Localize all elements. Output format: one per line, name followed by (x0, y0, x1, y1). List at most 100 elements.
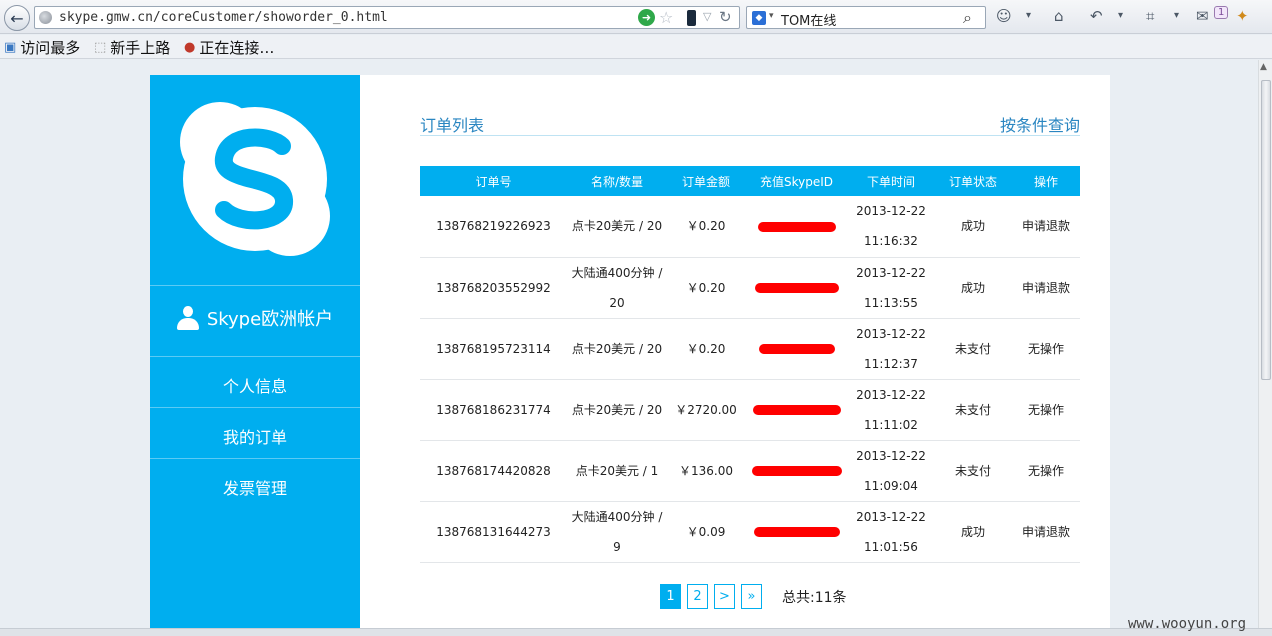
reload-icon[interactable]: ↻ (719, 8, 732, 26)
table-header-row: 订单号 名称/数量 订单金额 充值SkypeID 下单时间 订单状态 操作 (420, 166, 1080, 196)
penguin-icon: ● (184, 40, 196, 55)
undo-dropdown-icon[interactable]: ▾ (1118, 10, 1123, 21)
search-engine-dropdown-icon[interactable]: ▾ (769, 11, 774, 21)
bookmark-label: 访问最多 (20, 39, 81, 57)
product-name-qty: 点卡20美元 / 20 (567, 379, 667, 441)
section-title: 订单列表 (420, 116, 485, 135)
last-page-button[interactable]: » (741, 584, 762, 609)
product-name-qty: 大陆通400分钟 / 20 (567, 257, 667, 319)
order-id-link[interactable]: 138768195723114 (420, 318, 567, 380)
bookmarks-bar: ▣ 访问最多 ⬚ 新手上路 ● 正在连接… (0, 35, 1272, 59)
sidebar-item-orders[interactable]: 我的订单 (150, 424, 360, 448)
table-row: 138768131644273 大陆通400分钟 / 9 ￥0.09 2013-… (420, 501, 1080, 563)
sidebar-item-invoices[interactable]: 发票管理 (150, 475, 360, 499)
bookmark-connecting[interactable]: ● 正在连接… (184, 37, 274, 58)
order-id-link[interactable]: 138768174420828 (420, 440, 567, 502)
refund-request-link[interactable]: 申请退款 (1012, 257, 1080, 319)
order-date: 2013-12-22 (856, 204, 926, 219)
order-date: 2013-12-22 (856, 387, 926, 402)
redaction-mark (754, 283, 839, 293)
order-amount: ￥0.20 (667, 318, 745, 380)
order-id-link[interactable]: 138768219226923 (420, 196, 567, 258)
bookmark-page-icon: ⬚ (94, 40, 107, 55)
order-id-link[interactable]: 138768186231774 (420, 379, 567, 441)
mobile-icon[interactable] (687, 10, 696, 26)
order-id-link[interactable]: 138768203552992 (420, 257, 567, 319)
no-action-text: 无操作 (1012, 379, 1080, 441)
skype-id-redacted (745, 257, 848, 319)
order-status[interactable]: 未支付 (934, 440, 1012, 502)
crop-dropdown-icon[interactable]: ▾ (1174, 10, 1179, 21)
skype-id-redacted (745, 196, 848, 258)
order-date: 2013-12-22 (856, 448, 926, 463)
order-datetime: 2013-12-22 11:12:37 (848, 318, 934, 380)
site-identity-icon[interactable] (39, 11, 52, 24)
chat-icon[interactable]: ✉ (1196, 7, 1209, 25)
scroll-up-icon[interactable]: ▲ (1260, 62, 1267, 72)
go-icon[interactable]: ➜ (638, 9, 655, 26)
pagination: 1 2 > » 总共:11条 (660, 584, 847, 609)
order-time: 11:16:32 (864, 234, 918, 249)
back-arrow-icon: ← (10, 8, 24, 28)
skype-id-redacted (745, 440, 848, 502)
refund-request-link[interactable]: 申请退款 (1012, 501, 1080, 563)
order-status[interactable]: 未支付 (934, 379, 1012, 441)
skype-id-redacted (745, 379, 848, 441)
undo-icon[interactable]: ↶ (1090, 7, 1103, 25)
order-time: 11:01:56 (864, 539, 918, 554)
back-button[interactable]: ← (4, 5, 30, 31)
search-engine-icon[interactable]: ◆ (752, 11, 766, 25)
smiley-icon[interactable]: ☺ (996, 7, 1012, 25)
order-amount: ￥0.20 (667, 196, 745, 258)
page-button-1[interactable]: 1 (660, 584, 681, 609)
status-bar (0, 628, 1272, 636)
address-bar[interactable]: skype.gmw.cn/coreCustomer/showorder_0.ht… (34, 6, 740, 29)
bookmark-getting-started[interactable]: ⬚ 新手上路 (94, 37, 170, 58)
addon-icon[interactable]: ✦ (1236, 7, 1249, 25)
home-icon[interactable]: ⌂ (1054, 7, 1064, 25)
watermark: www.wooyun.org (1128, 616, 1247, 632)
history-dropdown-icon[interactable]: ▽ (703, 10, 711, 23)
sidebar-divider (150, 407, 360, 408)
order-date: 2013-12-22 (856, 509, 926, 524)
next-page-button[interactable]: > (714, 584, 735, 609)
skype-logo-icon (180, 102, 330, 256)
refund-request-link[interactable]: 申请退款 (1012, 196, 1080, 258)
order-time: 11:09:04 (864, 478, 918, 493)
order-datetime: 2013-12-22 11:01:56 (848, 501, 934, 563)
browser-toolbar: ← skype.gmw.cn/coreCustomer/showorder_0.… (0, 0, 1272, 34)
search-icon[interactable]: ⌕ (963, 8, 972, 28)
order-datetime: 2013-12-22 11:09:04 (848, 440, 934, 502)
scroll-thumb[interactable] (1261, 80, 1271, 380)
order-id-link[interactable]: 138768131644273 (420, 501, 567, 563)
sidebar-item-profile[interactable]: 个人信息 (150, 373, 360, 397)
bookmark-folder-icon: ▣ (4, 40, 17, 55)
column-header: 操作 (1012, 166, 1080, 196)
no-action-text: 无操作 (1012, 440, 1080, 502)
table-row: 138768203552992 大陆通400分钟 / 20 ￥0.20 2013… (420, 257, 1080, 319)
query-by-condition-link[interactable]: 按条件查询 (1000, 112, 1080, 136)
notification-badge[interactable]: 1 (1214, 6, 1229, 19)
order-datetime: 2013-12-22 11:16:32 (848, 196, 934, 258)
order-time: 11:13:55 (864, 295, 918, 310)
sidebar-divider (150, 356, 360, 357)
column-header: 充值SkypeID (745, 166, 848, 196)
page-scrollbar[interactable]: ▲ (1258, 60, 1272, 628)
crop-icon[interactable]: ⌗ (1146, 7, 1154, 25)
product-name-qty: 点卡20美元 / 20 (567, 196, 667, 258)
smiley-dropdown-icon[interactable]: ▾ (1026, 10, 1031, 21)
page-button-2[interactable]: 2 (687, 584, 708, 609)
user-icon (176, 306, 199, 330)
search-input[interactable]: TOM在线 (781, 10, 836, 29)
order-status[interactable]: 未支付 (934, 318, 1012, 380)
column-header: 下单时间 (848, 166, 934, 196)
search-bar[interactable]: ◆ ▾ TOM在线 ⌕ (746, 6, 986, 29)
orders-table: 订单号 名称/数量 订单金额 充值SkypeID 下单时间 订单状态 操作 13… (420, 166, 1080, 563)
bookmark-most-visited[interactable]: ▣ 访问最多 (4, 37, 80, 58)
sidebar: Skype欧洲帐户 个人信息 我的订单 发票管理 (150, 75, 360, 628)
order-status: 成功 (934, 257, 1012, 319)
redaction-mark (757, 221, 836, 232)
bookmark-star-icon[interactable]: ☆ (659, 8, 673, 27)
order-time: 11:12:37 (864, 356, 918, 371)
url-text[interactable]: skype.gmw.cn/coreCustomer/showorder_0.ht… (59, 10, 388, 25)
